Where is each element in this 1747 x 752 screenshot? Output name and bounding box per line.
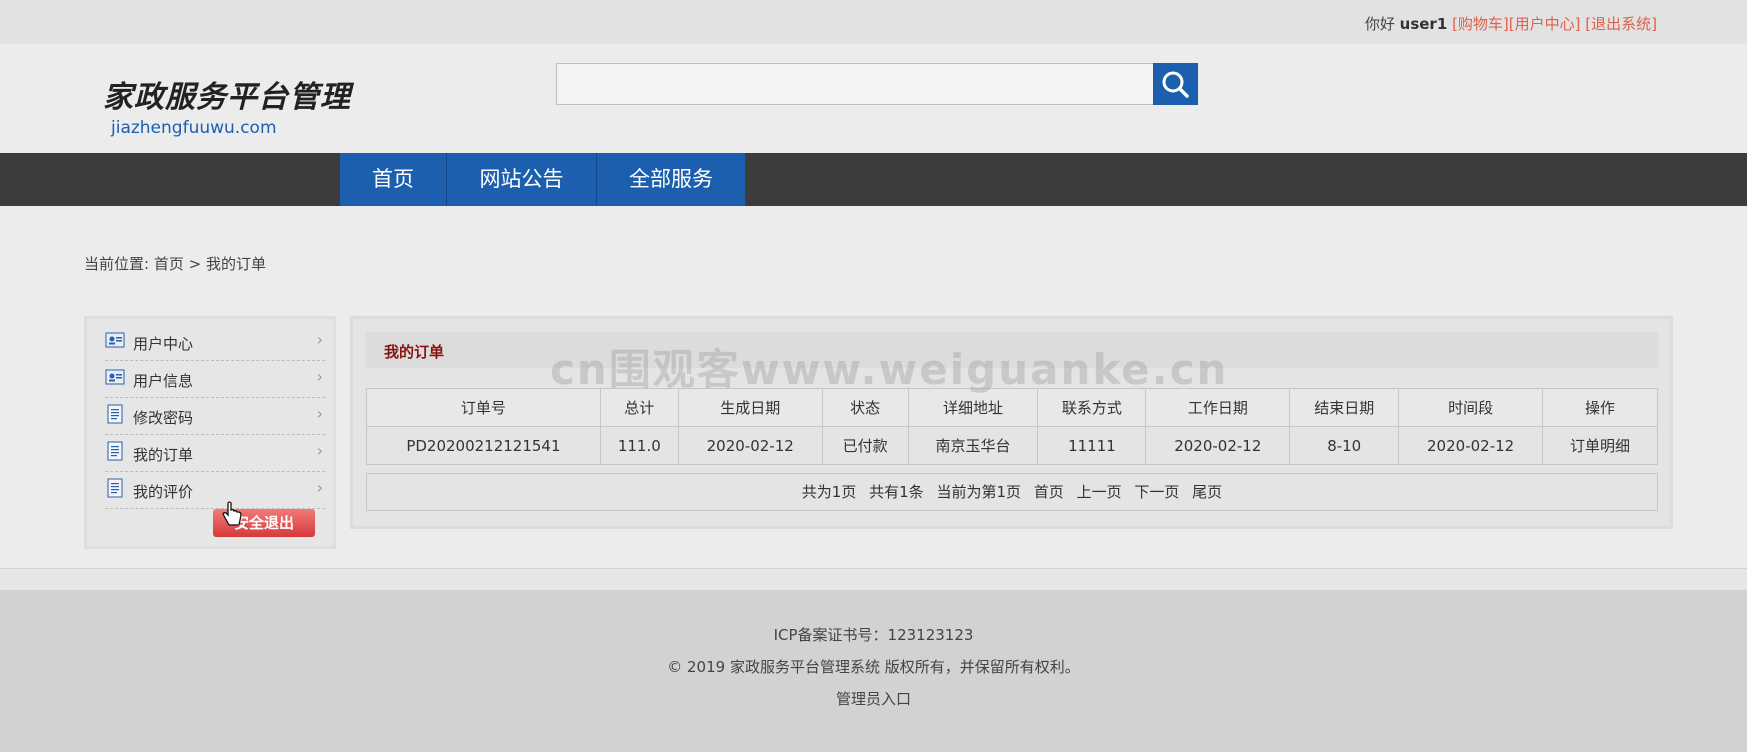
table-row: PD20200212121541 111.0 2020-02-12 已付款 南京… xyxy=(366,426,1658,465)
nav-item-announcements[interactable]: 网站公告 xyxy=(447,153,597,206)
column-header: 结束日期 xyxy=(1289,388,1400,427)
user-card-icon xyxy=(105,332,125,348)
document-icon xyxy=(107,441,123,461)
footer-icp: ICP备案证书号：123123123 xyxy=(773,626,974,644)
search-input[interactable] xyxy=(556,63,1154,105)
breadcrumb-home[interactable]: 首页 xyxy=(154,255,184,273)
footer-copyright: © 2019 家政服务平台管理系统 版权所有，并保留所有权利。 xyxy=(667,658,1080,676)
sidebar-item-my-reviews[interactable]: 我的评价 › xyxy=(105,472,325,509)
pagination: 共为1页 共有1条 当前为第1页 首页 上一页 下一页 尾页 xyxy=(366,473,1658,511)
sidebar-item-label: 用户中心 xyxy=(133,335,194,353)
top-bar: 你好 user1 [购物车][用户中心] [退出系统] xyxy=(0,0,1747,44)
sidebar-item-user-center[interactable]: 用户中心 › xyxy=(105,324,325,361)
pager-total-pages: 共为1页 xyxy=(801,483,857,501)
user-card-icon xyxy=(105,369,125,385)
contact-cell: 11111 xyxy=(1037,426,1147,465)
column-header: 操作 xyxy=(1542,388,1658,427)
orders-table: 订单号 总计 生成日期 状态 详细地址 联系方式 工作日期 结束日期 时间段 操… xyxy=(366,388,1658,465)
document-icon xyxy=(107,404,123,424)
user-sidebar: 用户中心 › 用户信息 › 修改密码 › 我的订单 › 我的评价 › 安全退出 xyxy=(84,316,336,549)
site-logo[interactable]: 家政服务平台管理 jiazhengfuuwu.com xyxy=(103,72,351,138)
sidebar-item-change-password[interactable]: 修改密码 › xyxy=(105,398,325,435)
main-nav: 首页 网站公告 全部服务 xyxy=(0,153,1747,206)
watermark: cn围观客www.weiguanke.cn xyxy=(550,345,1229,394)
breadcrumb-current: 我的订单 xyxy=(206,255,267,273)
pager-total-items: 共有1条 xyxy=(869,483,924,501)
search-icon xyxy=(1162,71,1189,98)
logo-cn-text: 家政服务平台管理 xyxy=(103,80,351,115)
status-cell: 已付款 xyxy=(821,426,909,465)
sidebar-item-label: 用户信息 xyxy=(133,372,194,390)
address-cell: 南京玉华台 xyxy=(907,426,1039,465)
search-bar xyxy=(556,63,1198,105)
pager-first-link[interactable]: 首页 xyxy=(1034,483,1064,501)
chevron-right-icon: › xyxy=(316,478,323,497)
panel-title: 我的订单 xyxy=(384,343,445,361)
search-button[interactable] xyxy=(1153,63,1198,105)
footer: ICP备案证书号：123123123 © 2019 家政服务平台管理系统 版权所… xyxy=(0,590,1747,752)
greeting-text: 你好 xyxy=(1364,15,1395,33)
created-date-cell: 2020-02-12 xyxy=(677,426,823,465)
logo-en-text: jiazhengfuuwu.com xyxy=(111,118,277,138)
chevron-right-icon: › xyxy=(316,441,323,460)
logout-link[interactable]: [退出系统] xyxy=(1585,15,1657,33)
total-cell: 111.0 xyxy=(599,426,679,465)
order-number-cell: PD20200212121541 xyxy=(366,426,601,465)
chevron-right-icon: › xyxy=(316,367,323,386)
pager-prev-link[interactable]: 上一页 xyxy=(1077,483,1122,501)
time-slot-cell: 2020-02-12 xyxy=(1398,426,1544,465)
breadcrumb-separator: > xyxy=(188,255,202,273)
chevron-right-icon: › xyxy=(316,330,323,349)
nav-item-home[interactable]: 首页 xyxy=(340,153,447,206)
order-detail-link[interactable]: 订单明细 xyxy=(1542,426,1658,465)
hand-pointer-icon xyxy=(222,501,242,526)
pager-last-link[interactable]: 尾页 xyxy=(1192,483,1222,501)
work-date-cell: 2020-02-12 xyxy=(1145,426,1291,465)
column-header: 时间段 xyxy=(1398,388,1544,427)
cart-link[interactable]: [购物车] xyxy=(1452,15,1509,33)
username: user1 xyxy=(1399,15,1448,33)
sidebar-item-my-orders[interactable]: 我的订单 › xyxy=(105,435,325,472)
end-date-cell: 8-10 xyxy=(1289,426,1400,465)
admin-entry-link[interactable]: 管理员入口 xyxy=(0,688,1747,709)
sidebar-item-user-info[interactable]: 用户信息 › xyxy=(105,361,325,398)
pager-next-link[interactable]: 下一页 xyxy=(1134,483,1179,501)
sidebar-item-label: 我的评价 xyxy=(133,483,194,501)
sidebar-item-label: 我的订单 xyxy=(133,446,194,464)
chevron-right-icon: › xyxy=(316,404,323,423)
user-greeting: 你好 user1 [购物车][用户中心] [退出系统] xyxy=(1365,13,1657,34)
breadcrumb-label: 当前位置: xyxy=(84,255,150,273)
user-center-link[interactable]: [用户中心] xyxy=(1509,15,1581,33)
nav-item-all-services[interactable]: 全部服务 xyxy=(597,153,746,206)
breadcrumb: 当前位置: 首页 > 我的订单 xyxy=(84,253,266,274)
document-icon xyxy=(107,478,123,498)
footer-divider xyxy=(0,568,1747,590)
sidebar-item-label: 修改密码 xyxy=(133,409,194,427)
pager-current: 当前为第1页 xyxy=(936,483,1021,501)
